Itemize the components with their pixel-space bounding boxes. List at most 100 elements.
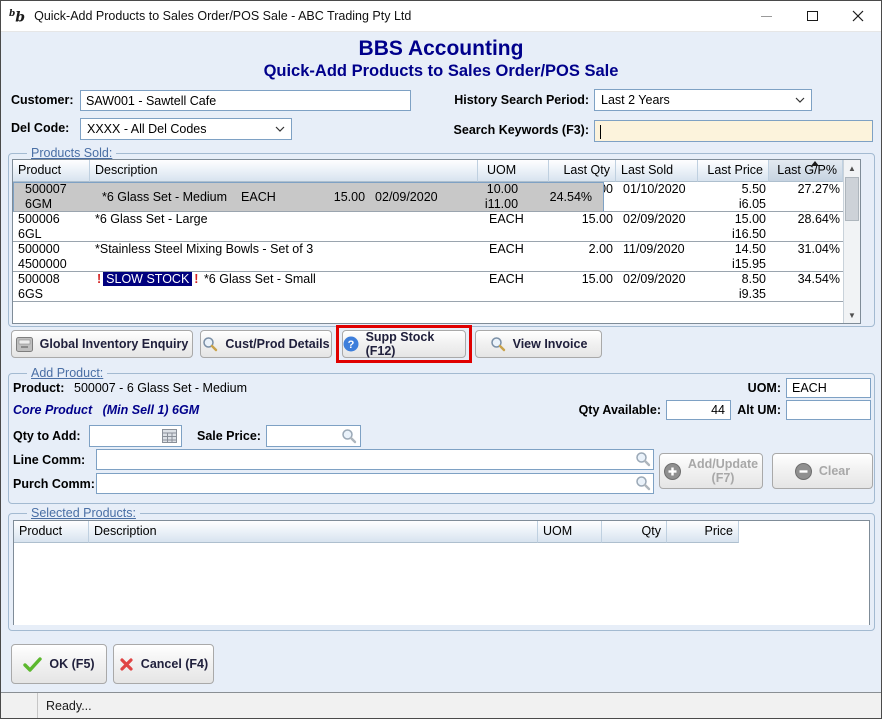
cell-last-price: 14.50i15.95 [700,242,771,271]
bbs-logo-icon: bb [9,7,25,25]
column-header-price[interactable]: Price [667,521,739,543]
cell-line: 24.54% [528,190,592,205]
cell-line: EACH [489,212,546,227]
column-header-uom[interactable]: UOM [538,521,602,543]
cell-line: 11/09/2020 [623,242,695,257]
status-text: Ready... [38,699,92,713]
maximize-icon [807,11,818,21]
cell-line: i15.95 [705,257,766,271]
scroll-down-icon[interactable]: ▼ [844,307,860,323]
del-code-select[interactable]: XXXX - All Del Codes [80,118,292,140]
cust-prod-details-button[interactable]: Cust/Prod Details [200,330,332,358]
svg-text:?: ? [348,339,355,351]
vertical-scrollbar[interactable]: ▲ ▼ [843,160,860,323]
calculator-icon[interactable] [162,429,177,443]
magnifier-icon[interactable] [635,451,651,467]
cell-last-qty: 15.00 [551,272,618,301]
minus-circle-icon [795,463,812,480]
selected-products-table: Product DescriptionUOMQtyPrice [13,520,870,625]
product-row[interactable]: 5000004500000*Stainless Steel Mixing Bow… [13,242,845,272]
product-row[interactable]: 5000076GM*6 Glass Set - MediumEACH15.000… [13,182,604,212]
inventory-icon [16,337,33,352]
column-header-last-sold[interactable]: Last Sold [616,160,698,182]
selected-products-header: Product DescriptionUOMQtyPrice [14,521,869,543]
products-sold-group-label: Products Sold: [27,146,116,160]
clear-button[interactable]: Clear [772,453,873,489]
search-keywords-input[interactable] [594,120,873,142]
cell-last-price: 5.50i6.05 [700,182,771,211]
cell-line: 2.00 [556,242,613,257]
cell-line: 5.50 [705,182,766,197]
cancel-button[interactable]: Cancel (F4) [113,644,214,684]
column-header-uom[interactable]: UOM [478,160,549,182]
customer-input[interactable] [80,90,411,111]
cell-description: *Stainless Steel Mixing Bowls - Set of 3 [90,242,480,271]
cell-last-sold: 02/09/2020 [618,272,700,301]
cell-last-sold: 02/09/2020 [618,212,700,241]
column-header-last-qty[interactable]: Last Qty [549,160,616,182]
chevron-down-icon [275,126,285,132]
qty-to-add-label: Qty to Add: [13,429,81,443]
column-header-description[interactable]: Description [90,160,478,182]
cell-line: 500008 [18,272,85,287]
column-header-label: Product [19,524,62,538]
ok-button[interactable]: OK (F5) [11,644,107,684]
scrollbar-thumb[interactable] [845,177,859,221]
supp-stock-button[interactable]: ? Supp Stock (F12) [342,330,466,358]
plus-circle-icon [664,463,681,480]
magnifier-icon [202,336,218,352]
cell-line: EACH [489,272,546,287]
add-update-button[interactable]: Add/Update(F7) [659,453,763,489]
column-header-product[interactable]: Product [13,160,90,182]
cell-line: i11.00 [457,197,518,212]
core-product-note: Core Product (Min Sell 1) 6GM [13,403,199,417]
description-line: *Stainless Steel Mixing Bowls - Set of 3 [95,242,475,257]
close-icon [852,10,864,22]
view-invoice-button[interactable]: View Invoice [475,330,602,358]
column-header-last-price[interactable]: Last Price [698,160,769,182]
cell-uom: EACH [480,212,551,241]
uom-label: UOM: [701,381,781,395]
purch-comm-input[interactable] [96,473,654,494]
cell-description: *6 Glass Set - Large [90,212,480,241]
add-product-group-label: Add Product: [27,366,107,380]
close-button[interactable] [835,1,881,31]
search-keywords-label: Search Keywords (F3): [448,123,589,137]
column-header-description[interactable]: Description [89,521,538,543]
description-line: *6 Glass Set - Medium [102,190,227,205]
magnifier-icon[interactable] [635,475,651,491]
global-inventory-enquiry-button[interactable]: Global Inventory Enquiry [11,330,193,358]
product-row[interactable]: 5000086GS!SLOW STOCK! *6 Glass Set - Sma… [13,272,845,302]
cell-line: 27.27% [776,182,840,197]
customer-label: Customer: [11,93,74,107]
warning-exclamation: ! [95,272,103,286]
product-row[interactable]: 5000066GL*6 Glass Set - Large EACH 15.0002… [13,212,845,242]
column-header-qty[interactable]: Qty [602,521,667,543]
scroll-up-icon[interactable]: ▲ [844,160,860,176]
magnifier-icon[interactable] [341,428,357,444]
chevron-down-icon [795,97,805,103]
column-header-label: UOM [487,163,516,177]
cell-line: 4500000 [18,257,85,271]
history-period-select[interactable]: Last 2 Years [594,89,812,111]
cell-last-gp: 28.64% [771,212,845,241]
page-subtitle: Quick-Add Products to Sales Order/POS Sa… [1,62,881,81]
sort-ascending-icon [811,161,819,166]
cell-last-qty: 15.00 [551,212,618,241]
column-header-product[interactable]: Product [14,521,89,543]
cell-description: !SLOW STOCK! *6 Glass Set - Small [90,272,480,301]
minimize-button[interactable] [743,1,789,31]
question-icon: ? [343,336,359,352]
x-icon [119,657,134,672]
cell-line: 500007 [25,182,92,197]
cell-uom: EACH [480,272,551,301]
cell-product: 5000086GS [13,272,90,301]
line-comm-input[interactable] [96,449,654,470]
products-sold-body: 5000076GM*6 Glass Set - MediumEACH15.000… [13,182,845,323]
cell-line: 500006 [18,212,85,227]
cell-product: 5000066GL [13,212,90,241]
maximize-button[interactable] [789,1,835,31]
column-header-label: Last Price [707,163,763,177]
cell-line: 34.54% [776,272,840,287]
column-header-last-g-p[interactable]: Last G/P% [769,160,843,182]
